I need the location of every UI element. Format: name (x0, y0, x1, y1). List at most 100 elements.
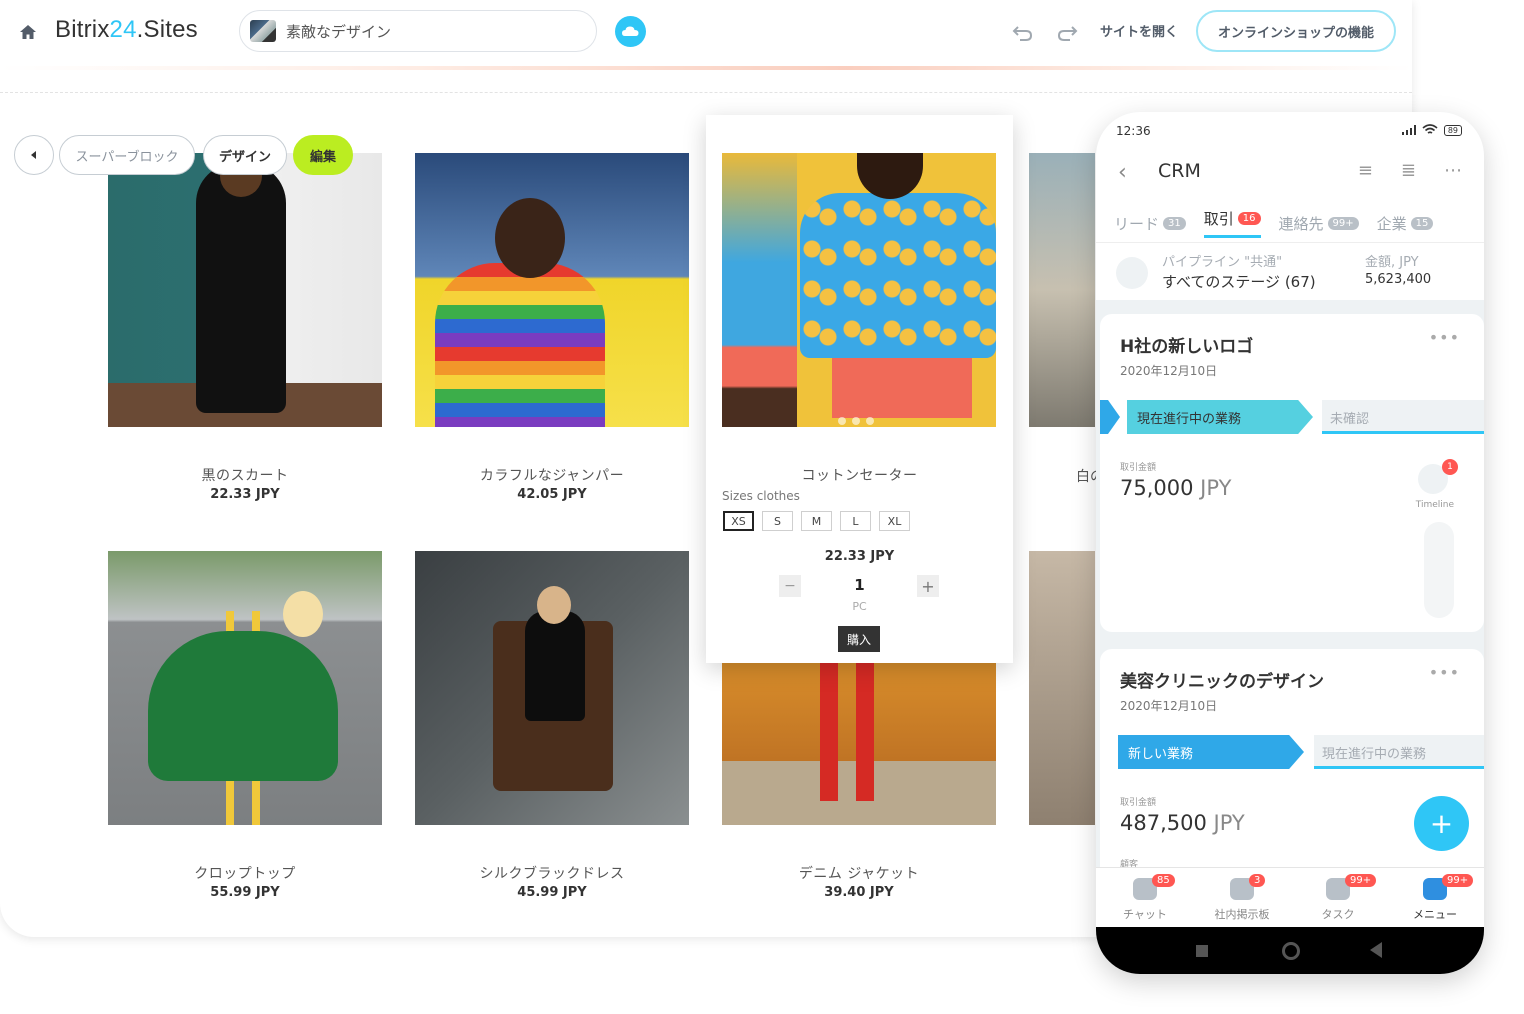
nav-menu[interactable]: 99+ メニュー (1390, 874, 1480, 922)
pipeline-selector[interactable]: パイプライン "共通" すべてのステージ (67) 金額, JPY 5,623,… (1096, 242, 1484, 300)
deal-card[interactable]: H社の新しいロゴ 2020年12月10日 ••• 現在進行中の業務 未確認 取引… (1100, 314, 1484, 632)
nav-badge: 3 (1249, 874, 1266, 887)
product-photo[interactable] (415, 551, 689, 825)
status-time: 12:36 (1116, 124, 1151, 138)
deal-stage-next[interactable]: 現在進行中の業務 (1314, 735, 1484, 769)
product-price: 42.05 JPY (517, 487, 587, 502)
size-option-m[interactable]: M (801, 511, 832, 531)
top-bar: Bitrix24.Sites 素敵なデザイン サイトを開く オンラインショップの… (0, 0, 1412, 66)
quantity-value[interactable]: 1 (706, 576, 1013, 594)
site-selector[interactable]: 素敵なデザイン (239, 10, 597, 52)
caret-left-icon (31, 151, 36, 159)
back-arrow-icon[interactable]: ‹ (1118, 160, 1127, 185)
nav-feed[interactable]: 3 社内掲示板 (1197, 874, 1287, 922)
open-site-link[interactable]: サイトを開く (1100, 21, 1178, 40)
quantity-unit: PC (852, 600, 867, 613)
block-divider (0, 92, 1412, 93)
edit-button[interactable]: 編集 (293, 135, 353, 175)
product-photo[interactable] (108, 551, 382, 825)
tab-companies[interactable]: 企業 15 (1377, 208, 1434, 238)
product-title: カラフルなジャンパー (479, 468, 625, 484)
crm-header: 12:36 89 ‹ CRM ≡ ≣ ⋯ リード 31 取引 16 連絡先 99+ 企… (1096, 112, 1484, 300)
nav-badge: 85 (1152, 874, 1175, 887)
deal-date: 2020年12月10日 (1120, 364, 1218, 378)
size-option-xs[interactable]: XS (723, 511, 754, 531)
tab-deals[interactable]: 取引 16 (1203, 208, 1261, 238)
product-title: 黒のスカート (201, 468, 289, 484)
activity-icons[interactable] (1424, 522, 1454, 618)
block-collapse-button[interactable] (14, 135, 54, 175)
recents-icon[interactable] (1196, 945, 1208, 957)
timeline-label: Timeline (1415, 500, 1454, 510)
design-button[interactable]: デザイン (203, 135, 287, 175)
product-photo[interactable] (1029, 551, 1095, 825)
product-price: 55.99 JPY (210, 885, 280, 900)
mobile-crm-app: 12:36 89 ‹ CRM ≡ ≣ ⋯ リード 31 取引 16 連絡先 99+ 企… (1096, 112, 1484, 974)
home-button-icon[interactable] (1282, 942, 1300, 960)
product-price: 45.99 JPY (517, 885, 587, 900)
brand-logo: Bitrix24.Sites (55, 16, 198, 43)
online-shop-features-button[interactable]: オンラインショップの機能 (1196, 10, 1396, 52)
filter-icon[interactable]: ≣ (1401, 160, 1416, 181)
stage-indicator (1100, 400, 1120, 434)
product-title: デニム ジャケット (798, 866, 920, 882)
deal-amount: 75,000 JPY (1120, 476, 1232, 500)
signal-icon (1401, 125, 1416, 135)
counters-icon[interactable]: ≡ (1358, 160, 1373, 181)
site-thumbnail (250, 20, 276, 42)
nav-badge: 99+ (1442, 874, 1474, 887)
amount-label: 取引金額 (1120, 463, 1157, 473)
deal-title: H社の新しいロゴ (1120, 337, 1254, 357)
redo-icon[interactable] (1056, 22, 1078, 42)
sum-value: 5,623,400 (1365, 272, 1432, 287)
nav-badge: 99+ (1345, 874, 1377, 887)
deal-title: 美容クリニックのデザイン (1120, 672, 1324, 692)
tab-contacts[interactable]: 連絡先 99+ (1279, 208, 1359, 238)
product-photo[interactable] (108, 153, 382, 427)
more-icon[interactable]: ••• (1429, 663, 1460, 682)
undo-icon[interactable] (1012, 22, 1034, 42)
more-icon[interactable]: ••• (1429, 328, 1460, 347)
buy-button[interactable]: 購入 (838, 626, 880, 652)
quantity-increase-button[interactable]: + (917, 575, 939, 597)
nav-tasks[interactable]: 99+ タスク (1293, 874, 1383, 922)
slider-dots[interactable] (838, 417, 882, 425)
status-icons: 89 (1401, 124, 1462, 136)
product-photo[interactable] (1029, 153, 1095, 427)
add-deal-button[interactable]: + (1414, 796, 1469, 851)
pipeline-icon (1116, 257, 1148, 289)
tab-leads[interactable]: リード 31 (1114, 208, 1186, 238)
timeline-badge: 1 (1442, 459, 1458, 475)
back-icon[interactable] (1370, 942, 1382, 958)
sum-label: 金額, JPY (1365, 255, 1419, 270)
product-price: 22.33 JPY (210, 487, 280, 502)
more-icon[interactable]: ⋯ (1444, 160, 1462, 181)
home-icon[interactable] (18, 22, 38, 42)
pipeline-stage: すべてのステージ (67) (1162, 273, 1316, 291)
topbar-divider (0, 66, 1412, 70)
battery-icon: 89 (1443, 124, 1462, 136)
cloud-icon[interactable] (615, 16, 646, 47)
super-block-button[interactable]: スーパーブロック (59, 135, 195, 175)
product-title: コットンセーター (801, 468, 918, 484)
product-quick-view[interactable]: コットンセーター Sizes clothes XS S M L XL 22.33… (706, 115, 1013, 663)
product-photo[interactable] (722, 153, 996, 427)
deal-amount: 487,500 JPY (1120, 811, 1245, 835)
product-price: 39.40 JPY (824, 885, 894, 900)
amount-label: 取引金額 (1120, 798, 1157, 808)
size-option-l[interactable]: L (840, 511, 871, 531)
site-name: 素敵なデザイン (286, 23, 392, 41)
product-price: 22.33 JPY (824, 549, 895, 564)
wifi-icon (1422, 124, 1438, 134)
product-photo[interactable] (415, 153, 689, 427)
size-option-s[interactable]: S (762, 511, 793, 531)
nav-chat[interactable]: 85 チャット (1100, 874, 1190, 922)
bottom-nav: 85 チャット 3 社内掲示板 99+ タスク 99+ メニュー (1096, 867, 1484, 927)
product-title: クロップトップ (194, 866, 296, 882)
size-option-xl[interactable]: XL (879, 511, 910, 531)
deal-stage-current[interactable]: 新しい業務 (1118, 735, 1304, 769)
crm-tabs: リード 31 取引 16 連絡先 99+ 企業 15 (1114, 208, 1434, 238)
crm-title: CRM (1158, 160, 1201, 182)
deal-stage-next[interactable]: 未確認 (1322, 400, 1484, 434)
deal-stage-current[interactable]: 現在進行中の業務 (1127, 400, 1313, 434)
